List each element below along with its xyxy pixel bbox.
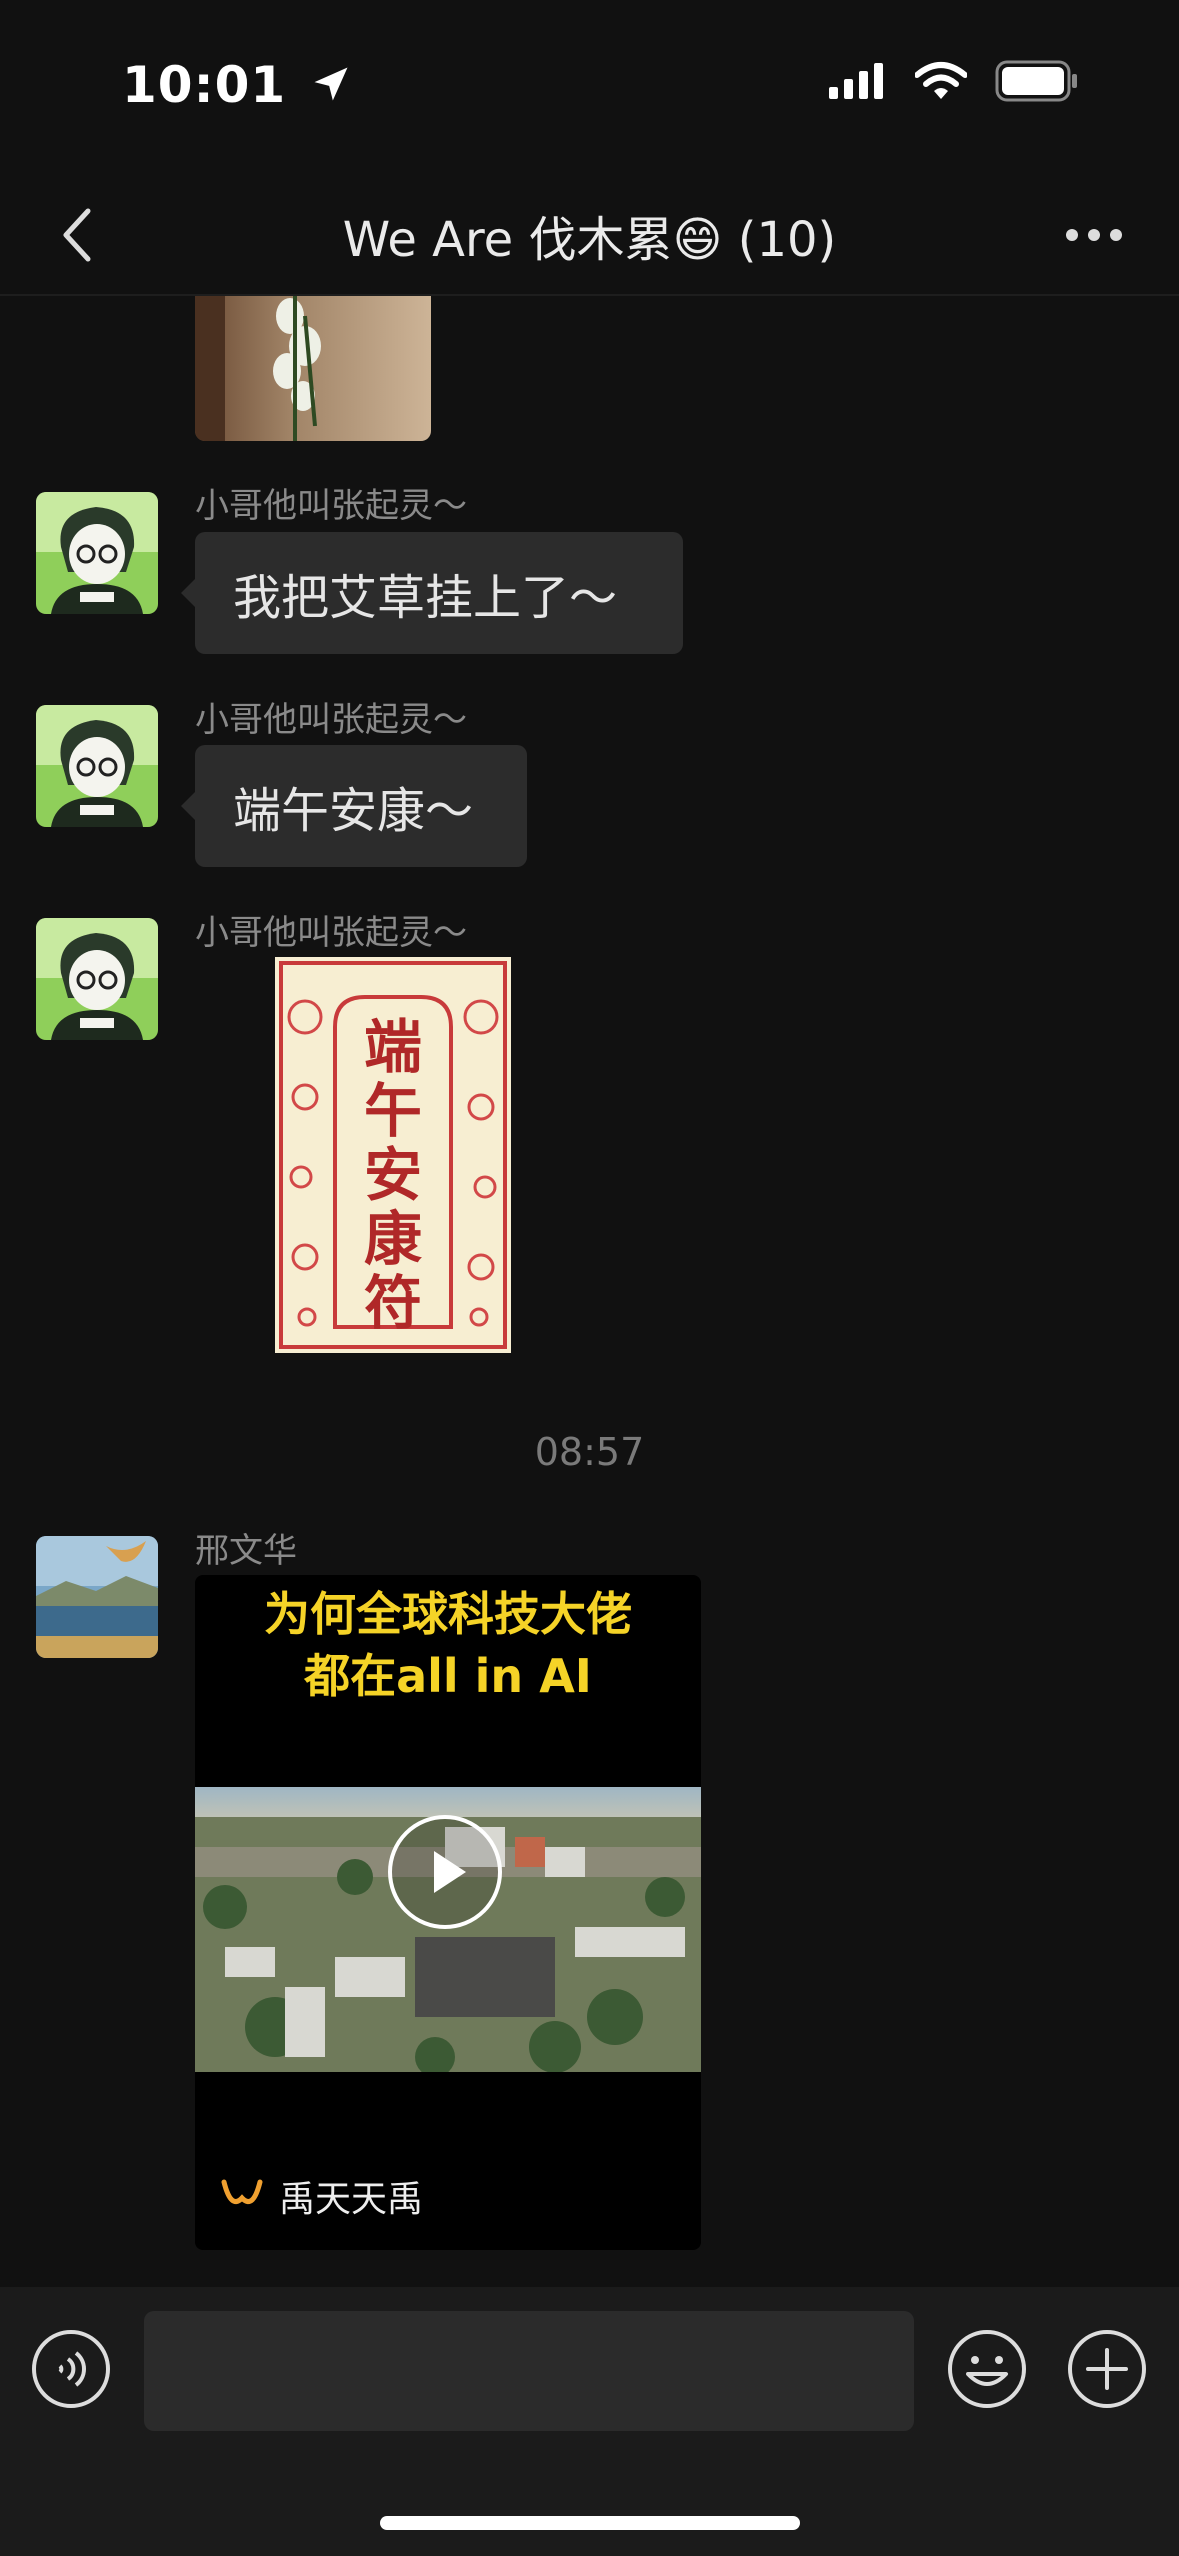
avatar[interactable]	[36, 705, 158, 827]
battery-icon	[995, 60, 1077, 102]
message-bubble[interactable]: 我把艾草挂上了～	[181, 532, 683, 654]
avatar[interactable]	[36, 492, 158, 614]
cellular-signal-icon	[829, 63, 883, 99]
status-icons	[827, 60, 1079, 102]
chat-timestamp: 08:57	[534, 1430, 645, 1474]
message-input[interactable]	[144, 2311, 914, 2431]
smiley-icon	[948, 2330, 1026, 2408]
play-icon	[434, 1851, 466, 1893]
sender-name: 邢文华	[195, 1531, 297, 1571]
dot-icon	[1066, 229, 1078, 241]
message-bubble[interactable]: 端午安康～	[181, 745, 527, 867]
avatar[interactable]	[36, 1536, 158, 1658]
anime-avatar-image	[36, 492, 158, 614]
video-thumbnail	[195, 1787, 701, 2077]
video-message-card[interactable]: 为何全球科技大佬 都在all in AI 禹天天禹	[195, 1575, 701, 2250]
dot-icon	[1088, 229, 1100, 241]
home-indicator	[380, 2516, 800, 2530]
dot-icon	[1110, 229, 1122, 241]
play-button[interactable]	[388, 1815, 502, 1929]
sender-name: 小哥他叫张起灵～	[195, 700, 467, 740]
sticker-text: 端午安康符	[363, 1013, 422, 1337]
landscape-avatar-image	[36, 1536, 158, 1658]
sender-name: 小哥他叫张起灵～	[195, 486, 467, 526]
status-time: 10:01	[122, 56, 353, 114]
voice-input-button[interactable]	[30, 2328, 112, 2410]
channel-name: 禹天天禹	[279, 2179, 424, 2220]
more-options-button[interactable]	[1049, 195, 1139, 275]
more-actions-button[interactable]	[1066, 2328, 1148, 2410]
voice-icon	[32, 2330, 110, 2408]
anime-avatar-image	[36, 918, 158, 1040]
image-message-partial[interactable]	[195, 296, 431, 441]
plus-icon	[1068, 2330, 1146, 2408]
video-channel: 禹天天禹	[221, 2170, 423, 2222]
message-text: 端午安康～	[233, 783, 474, 839]
message-text: 我把艾草挂上了～	[233, 570, 618, 626]
channels-logo-icon	[221, 2179, 263, 2204]
sticker-message[interactable]: 端午安康符	[275, 957, 511, 1353]
video-title: 为何全球科技大佬 都在all in AI	[264, 1587, 632, 1703]
sender-name: 小哥他叫张起灵～	[195, 913, 467, 953]
anime-avatar-image	[36, 705, 158, 827]
chat-title: We Are 伐木累😄 (10)	[342, 212, 837, 268]
avatar[interactable]	[36, 918, 158, 1040]
wifi-icon	[915, 62, 967, 99]
nav-divider	[0, 294, 1179, 296]
location-arrow-icon	[314, 67, 348, 101]
mugwort-plant-image	[195, 296, 321, 441]
emoji-button[interactable]	[946, 2328, 1028, 2410]
